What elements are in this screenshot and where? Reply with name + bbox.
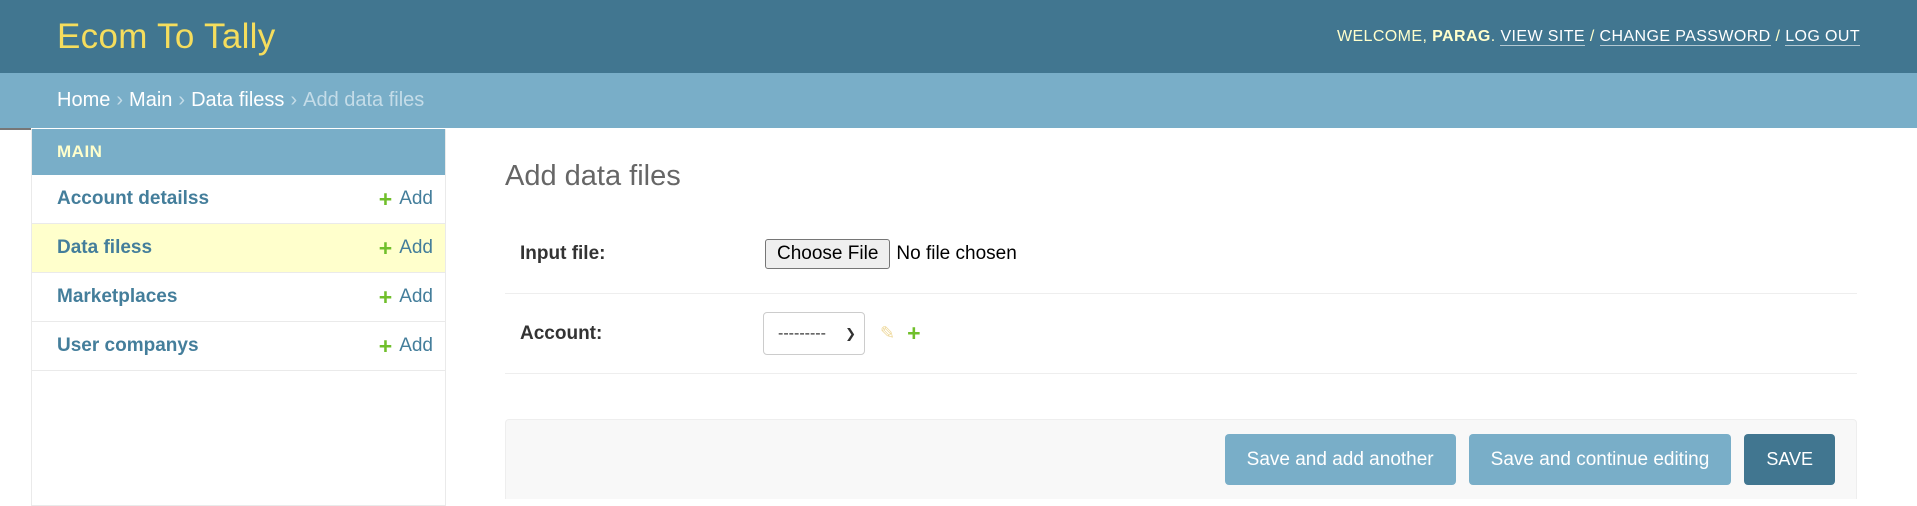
welcome-period: . — [1490, 27, 1496, 45]
user-tools-separator: / — [1775, 27, 1781, 45]
pencil-icon: ✎ — [880, 323, 896, 343]
breadcrumb-separator: › — [116, 89, 124, 111]
change-password-link[interactable]: Change password — [1599, 27, 1771, 46]
breadcrumb-current: Add data files — [303, 89, 425, 111]
breadcrumb-separator: › — [290, 89, 298, 111]
sidebar-item-data-filess: Data filess + Add — [32, 224, 445, 273]
choose-file-button[interactable]: Choose File — [765, 239, 891, 269]
plus-icon: + — [378, 283, 393, 310]
file-status: No file chosen — [896, 243, 1017, 264]
sidebar-module-caption[interactable]: Main — [32, 129, 445, 175]
sidebar-item-label[interactable]: Account detailss — [57, 188, 209, 210]
user-tools-separator: / — [1589, 27, 1595, 45]
nav-sidebar-toggle[interactable] — [0, 128, 31, 130]
sidebar-add-label[interactable]: Add — [399, 188, 433, 210]
sidebar-item-account-detailss: Account detailss + Add — [32, 175, 445, 224]
save-button[interactable]: Save — [1744, 434, 1835, 485]
sidebar-item-user-companys: User companys + Add — [32, 322, 445, 371]
nav-sidebar: Main Account detailss + Add Data filess … — [31, 129, 446, 506]
sidebar-add-link[interactable]: + Add — [378, 234, 433, 261]
sidebar-add-label[interactable]: Add — [399, 237, 433, 259]
sidebar-add-label[interactable]: Add — [399, 286, 433, 308]
chevron-down-icon: ❯ — [845, 325, 856, 341]
user-tools: Welcome, Parag. View site / Change passw… — [1336, 27, 1860, 46]
site-name[interactable]: Ecom To Tally — [57, 17, 276, 57]
sidebar-add-link[interactable]: + Add — [378, 332, 433, 359]
plus-icon: + — [378, 332, 393, 359]
breadcrumb-separator: › — [178, 89, 186, 111]
submit-row: Save and add another Save and continue e… — [505, 419, 1857, 499]
input-file-field[interactable]: Choose File No file chosen — [765, 239, 1017, 269]
breadcrumb-main[interactable]: Main — [129, 89, 172, 112]
header: Ecom To Tally Welcome, Parag. View site … — [0, 0, 1917, 73]
view-site-link[interactable]: View site — [1500, 27, 1585, 46]
sidebar-item-label[interactable]: Data filess — [57, 237, 152, 259]
sidebar-item-marketplaces: Marketplaces + Add — [32, 273, 445, 322]
log-out-link[interactable]: Log out — [1785, 27, 1860, 46]
save-and-continue-button[interactable]: Save and continue editing — [1468, 434, 1732, 485]
account-label: Account: — [520, 322, 603, 344]
account-select[interactable]: --------- ❯ — [763, 312, 865, 355]
form-row-input-file: Input file: Choose File No file chosen — [505, 215, 1857, 294]
sidebar-item-label[interactable]: Marketplaces — [57, 286, 177, 308]
page-title: Add data files — [505, 160, 681, 192]
sidebar-add-label[interactable]: Add — [399, 335, 433, 357]
breadcrumb-data-filess[interactable]: Data filess — [191, 89, 284, 112]
breadcrumb: Home › Main › Data filess › Add data fil… — [0, 73, 1917, 128]
plus-icon: + — [378, 185, 393, 212]
sidebar-add-link[interactable]: + Add — [378, 185, 433, 212]
plus-icon[interactable]: + — [907, 320, 920, 347]
plus-icon: + — [378, 234, 393, 261]
content: Add data files Input file: Choose File N… — [505, 129, 1857, 499]
main-area: Main Account detailss + Add Data filess … — [0, 128, 1917, 506]
welcome-text: Welcome, — [1336, 27, 1428, 45]
save-and-add-another-button[interactable]: Save and add another — [1224, 434, 1456, 485]
username: Parag — [1432, 27, 1491, 45]
input-file-label: Input file: — [520, 243, 606, 264]
sidebar-add-link[interactable]: + Add — [378, 283, 433, 310]
breadcrumb-home[interactable]: Home — [57, 89, 110, 112]
account-selected-value: --------- — [778, 324, 826, 342]
sidebar-item-label[interactable]: User companys — [57, 335, 199, 357]
form-row-account: Account: --------- ❯ ✎ + — [505, 294, 1857, 374]
